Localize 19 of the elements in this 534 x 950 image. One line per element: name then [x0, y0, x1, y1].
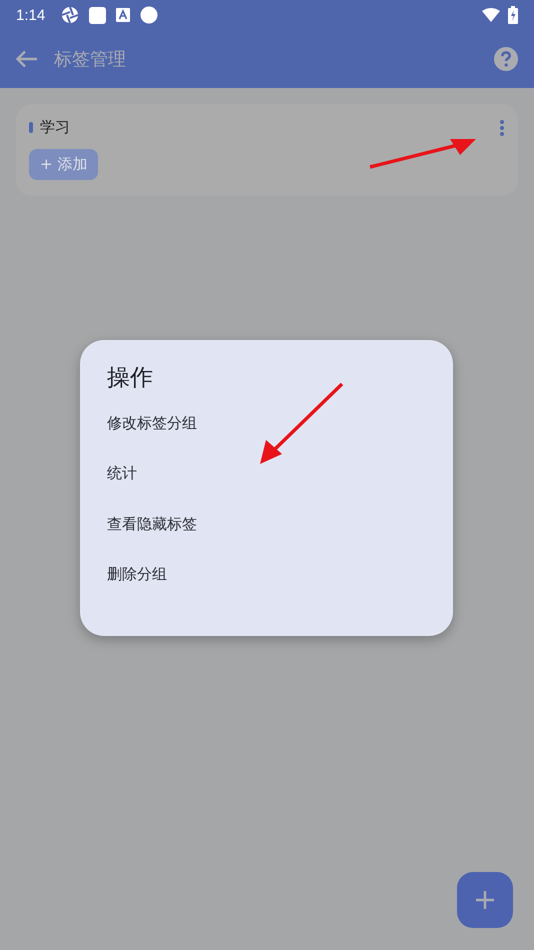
menu-item[interactable]: 统计 — [107, 463, 137, 514]
menu-item[interactable]: 查看隐藏标签 — [107, 514, 197, 564]
clock-text: 1:14 — [16, 6, 46, 24]
square-icon — [89, 6, 106, 24]
dialog-title: 操作 — [107, 364, 153, 393]
more-icon[interactable] — [500, 120, 504, 136]
help-icon[interactable] — [494, 47, 518, 71]
menu-item[interactable]: 删除分组 — [107, 564, 167, 614]
menu-item[interactable]: 修改标签分组 — [107, 413, 197, 464]
wifi-icon — [482, 8, 500, 22]
aperture-icon — [61, 6, 80, 24]
add-fab[interactable] — [457, 872, 513, 928]
group-name: 学习 — [40, 118, 71, 137]
screen-title: 标签管理 — [54, 48, 127, 71]
group-marker — [29, 122, 33, 133]
back-arrow-icon[interactable] — [16, 50, 38, 68]
font-icon — [116, 8, 130, 22]
circle-icon — [140, 6, 158, 24]
battery-icon — [508, 6, 518, 24]
